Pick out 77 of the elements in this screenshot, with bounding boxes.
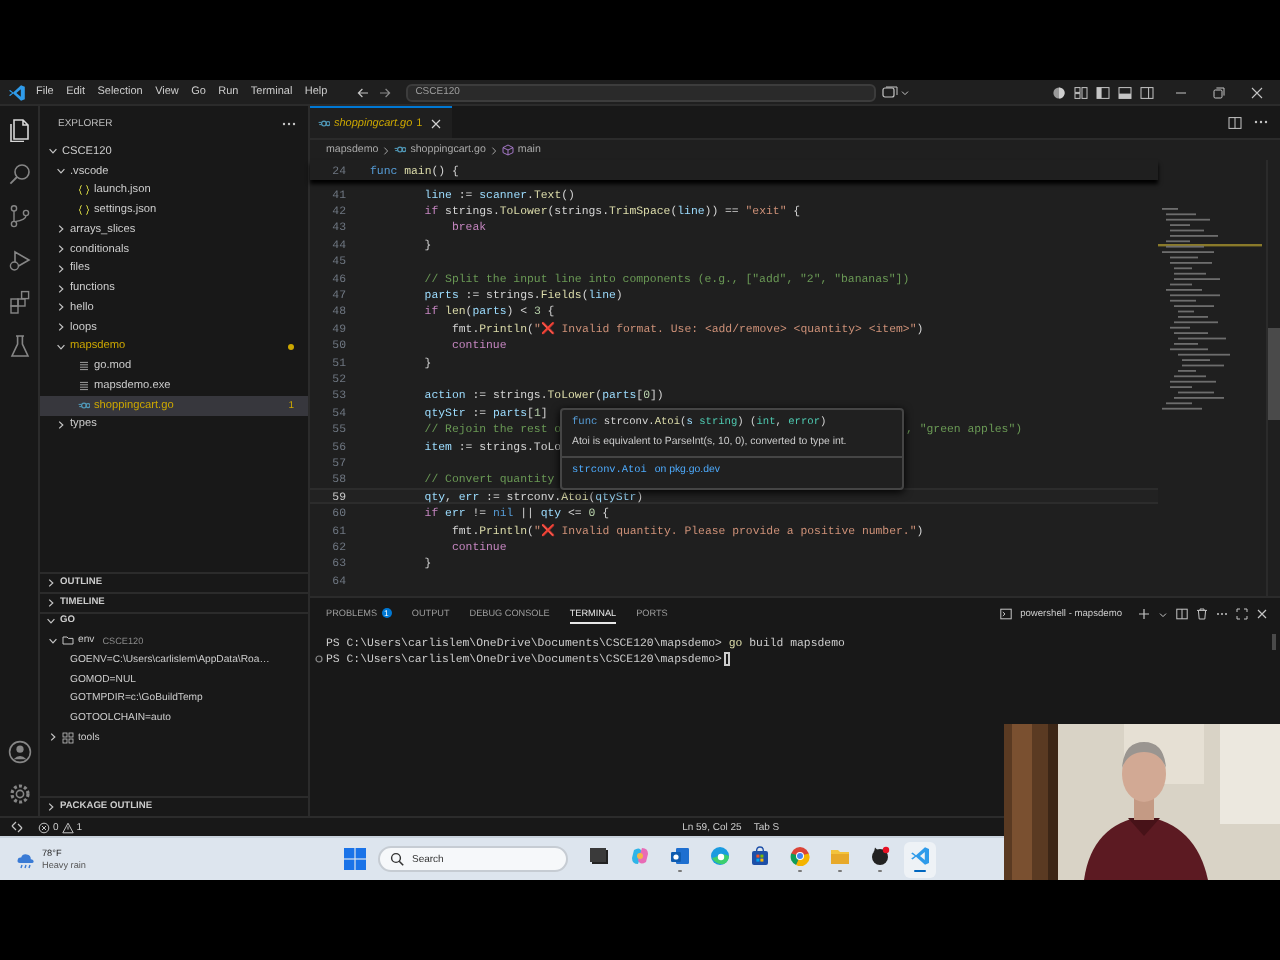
close-icon[interactable] bbox=[1250, 85, 1264, 99]
app-logo-icon[interactable] bbox=[8, 83, 26, 101]
browser-icon bbox=[710, 846, 730, 866]
error-icon bbox=[38, 821, 50, 833]
braces-icon bbox=[78, 204, 90, 217]
copilot-icon bbox=[630, 846, 650, 866]
chevron-right-icon[interactable] bbox=[46, 577, 56, 588]
close-icon[interactable] bbox=[430, 117, 443, 129]
warning-icon bbox=[61, 821, 74, 833]
caret-icon[interactable] bbox=[1158, 609, 1168, 619]
browser-icon bbox=[790, 846, 810, 866]
branch-icon[interactable] bbox=[7, 204, 31, 228]
close-icon[interactable] bbox=[1256, 608, 1268, 620]
chevron-right-icon[interactable] bbox=[56, 224, 66, 235]
restore-icon[interactable] bbox=[1212, 85, 1226, 99]
remote-icon[interactable] bbox=[10, 820, 24, 834]
search-icon bbox=[390, 852, 404, 866]
go-file-icon bbox=[318, 117, 330, 129]
chevron-right-icon[interactable] bbox=[56, 244, 66, 255]
status-dot bbox=[288, 343, 294, 350]
scrollbar-thumb[interactable] bbox=[1272, 634, 1276, 650]
search-icon[interactable] bbox=[7, 161, 31, 185]
chat-icon[interactable] bbox=[881, 85, 898, 99]
go-file-icon bbox=[78, 399, 90, 412]
chevron-right-icon[interactable] bbox=[48, 732, 58, 743]
chevron-down-icon[interactable] bbox=[56, 166, 66, 177]
maximize-icon[interactable] bbox=[1236, 608, 1248, 620]
plus-icon[interactable] bbox=[1138, 608, 1150, 620]
code-editor-icon bbox=[910, 846, 930, 866]
chevron-down-icon[interactable] bbox=[46, 616, 56, 627]
cat-icon bbox=[870, 846, 890, 866]
lines-icon bbox=[78, 360, 90, 373]
chevron-down-icon[interactable] bbox=[56, 341, 66, 352]
tools-grid-icon bbox=[62, 731, 74, 744]
chevron-right-icon[interactable] bbox=[46, 597, 56, 608]
chevron-right-icon[interactable] bbox=[46, 802, 56, 813]
chevron-right-icon[interactable] bbox=[56, 322, 66, 333]
chevron-right-icon bbox=[382, 145, 391, 155]
folder-icon bbox=[62, 634, 74, 647]
split-icon[interactable] bbox=[1176, 608, 1188, 620]
circle-icon[interactable] bbox=[1052, 85, 1066, 99]
split-editor-icon[interactable] bbox=[1228, 115, 1242, 129]
go-file-icon bbox=[394, 144, 407, 156]
chevron-right-icon[interactable] bbox=[56, 283, 66, 294]
caret-icon[interactable] bbox=[899, 87, 910, 97]
forward-arrow-icon[interactable] bbox=[377, 85, 392, 99]
run-debug-icon[interactable] bbox=[7, 247, 31, 271]
secondary-sidebar-icon[interactable] bbox=[1140, 85, 1154, 99]
more-icon[interactable] bbox=[282, 120, 296, 128]
trash-icon[interactable] bbox=[1196, 608, 1208, 620]
cube-icon bbox=[501, 144, 514, 156]
back-arrow-icon[interactable] bbox=[355, 85, 370, 99]
task-view-icon bbox=[590, 846, 610, 866]
layout-icon[interactable] bbox=[1074, 85, 1088, 99]
chevron-right-icon[interactable] bbox=[56, 419, 66, 430]
account-icon[interactable] bbox=[7, 739, 31, 763]
chevron-right-icon[interactable] bbox=[56, 302, 66, 313]
chevron-right-icon bbox=[489, 145, 498, 155]
chevron-right-icon[interactable] bbox=[56, 263, 66, 274]
files-icon[interactable] bbox=[7, 118, 31, 142]
panel-toggle-icon[interactable] bbox=[1118, 85, 1132, 99]
chevron-down-icon[interactable] bbox=[48, 635, 58, 646]
folder-icon bbox=[830, 846, 850, 866]
scrollbar-thumb[interactable] bbox=[1268, 328, 1280, 420]
start-icon[interactable] bbox=[344, 848, 366, 870]
chevron-down-icon[interactable] bbox=[48, 146, 58, 157]
flask-icon[interactable] bbox=[7, 333, 31, 357]
lines-icon bbox=[78, 379, 90, 392]
more-icon[interactable] bbox=[1254, 118, 1268, 126]
braces-icon bbox=[78, 184, 90, 197]
sidebar-toggle-icon[interactable] bbox=[1096, 85, 1110, 99]
settings-icon[interactable] bbox=[7, 782, 31, 806]
terminal-icon[interactable] bbox=[1000, 608, 1013, 620]
store-icon bbox=[750, 846, 770, 866]
weather-icon bbox=[16, 849, 36, 869]
extensions-icon[interactable] bbox=[7, 290, 31, 314]
mail-app-icon bbox=[670, 846, 690, 866]
